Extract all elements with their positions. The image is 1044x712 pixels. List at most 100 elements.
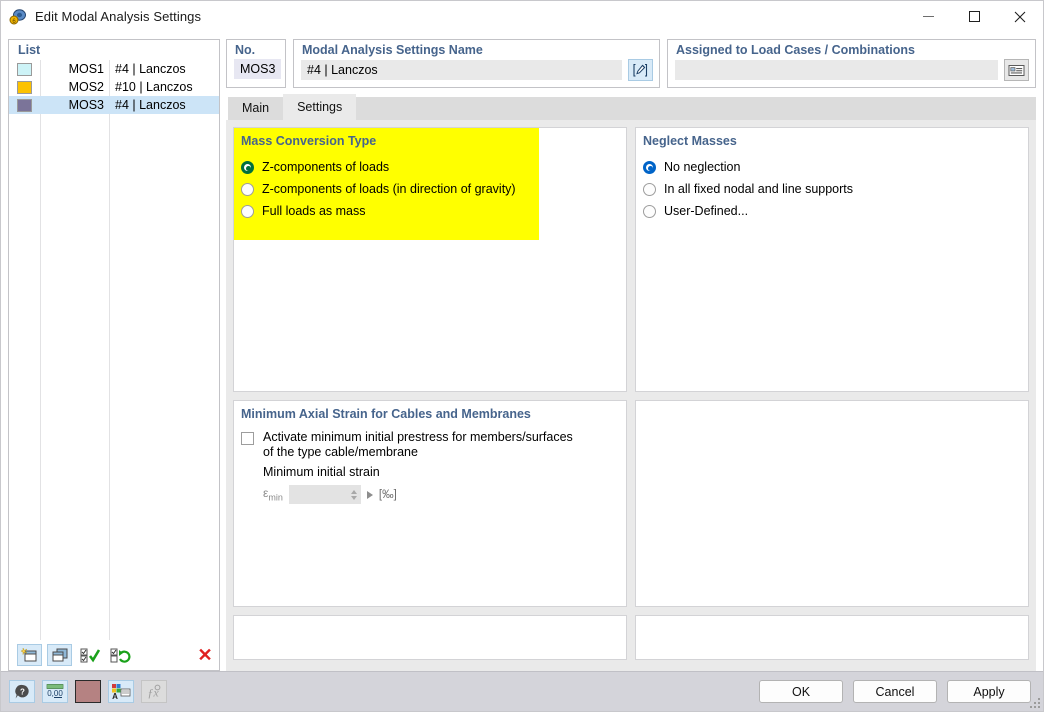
copy-icon[interactable] [47, 644, 72, 666]
mass-conversion-type-panel: Mass Conversion Type Z-components of loa… [233, 127, 627, 392]
list-item[interactable]: MOS1 #4 | Lanczos [9, 60, 219, 78]
assigned-input[interactable] [675, 60, 998, 80]
invert-selection-icon[interactable] [107, 644, 132, 666]
list-picker-icon[interactable] [1004, 59, 1029, 81]
left-column: Mass Conversion Type Z-components of loa… [233, 127, 627, 664]
grid-line [40, 60, 41, 640]
minimum-axial-strain-title: Minimum Axial Strain for Cables and Memb… [241, 407, 531, 421]
radio-icon [643, 182, 656, 196]
maximize-button[interactable] [951, 1, 997, 32]
radio-z-components-of-loads[interactable]: Z-components of loads [241, 156, 626, 178]
radio-fixed-nodal-line-supports[interactable]: In all fixed nodal and line supports [643, 178, 1028, 200]
radio-label: User-Defined... [664, 204, 749, 218]
mass-conversion-options: Z-components of loads Z-components of lo… [234, 148, 626, 222]
svg-text:?: ? [19, 687, 24, 696]
radio-icon [241, 204, 254, 218]
list-item[interactable]: MOS2 #10 | Lanczos [9, 78, 219, 96]
radio-user-defined[interactable]: User-Defined... [643, 200, 1028, 222]
radio-full-loads-as-mass[interactable]: Full loads as mass [241, 200, 626, 222]
svg-text:A: A [112, 692, 118, 700]
select-all-icon[interactable] [77, 644, 102, 666]
expand-arrow-icon[interactable] [366, 490, 373, 499]
color-swatch-cell [9, 98, 40, 112]
display-properties-icon[interactable]: A [108, 680, 134, 703]
apply-button[interactable]: Apply [947, 680, 1031, 703]
tab-filler [356, 97, 1036, 120]
grid-line [109, 60, 110, 640]
resize-grip[interactable] [1030, 698, 1040, 708]
radio-label: In all fixed nodal and line supports [664, 182, 854, 196]
minimum-initial-strain-row: εmin [‰] [234, 479, 626, 504]
no-group-title: No. [235, 43, 256, 57]
tabstrip: Main Settings [226, 94, 1036, 120]
dialog-body: List MOS1 #4 | Lanczos MOS2 #10 | Lanczo… [1, 32, 1043, 671]
right-bottom-empty-panel [635, 615, 1029, 660]
list-item-desc: #4 | Lanczos [115, 62, 186, 76]
left-bottom-empty-panel [233, 615, 627, 660]
list-item-id: MOS3 [68, 98, 104, 112]
neglect-masses-panel: Neglect Masses No neglection In all fixe… [635, 127, 1029, 392]
radio-icon [241, 182, 254, 196]
no-input[interactable] [234, 59, 281, 79]
no-group: No. [226, 39, 286, 88]
list-item-id: MOS1 [68, 62, 104, 76]
radio-label: Z-components of loads (in direction of g… [262, 182, 516, 196]
window-controls [905, 1, 1043, 32]
minimum-initial-strain-input[interactable] [288, 485, 361, 504]
help-icon[interactable]: ? [9, 680, 35, 703]
list-item-desc: #10 | Lanczos [115, 80, 193, 94]
list-item-selected[interactable]: MOS3 #4 | Lanczos [9, 96, 219, 114]
window-title: Edit Modal Analysis Settings [35, 9, 202, 24]
list-rows: MOS1 #4 | Lanczos MOS2 #10 | Lanczos MOS… [9, 60, 219, 640]
spinner-down-icon[interactable] [350, 495, 357, 500]
neglect-masses-title: Neglect Masses [643, 134, 737, 148]
edit-name-icon[interactable] [628, 59, 653, 81]
tab-main[interactable]: Main [228, 97, 284, 120]
color-swatch-icon[interactable] [75, 680, 101, 703]
minimize-button[interactable] [905, 1, 951, 32]
list-item-desc: #4 | Lanczos [115, 98, 186, 112]
dialog-footer: ? 0,00 A ƒx OK Cancel Apply [1, 671, 1043, 711]
svg-text:0,00: 0,00 [47, 689, 63, 698]
name-field-row [294, 57, 659, 81]
tab-settings[interactable]: Settings [283, 94, 357, 120]
list-panel: List MOS1 #4 | Lanczos MOS2 #10 | Lanczo… [8, 39, 220, 671]
close-button[interactable] [997, 1, 1043, 32]
checkbox-label-line1: Activate minimum initial prestress for m… [263, 430, 573, 444]
decimal-places-icon[interactable]: 0,00 [42, 680, 68, 703]
cancel-button[interactable]: Cancel [853, 680, 937, 703]
new-icon[interactable] [17, 644, 42, 666]
activate-prestress-checkbox[interactable] [241, 432, 254, 445]
color-swatch-cell [9, 62, 40, 76]
delete-button[interactable]: ✕ [194, 644, 216, 666]
color-swatch-cell [9, 80, 40, 94]
formula-icon: ƒx [141, 680, 167, 703]
list-toolbar: ✕ [9, 640, 219, 670]
content-area: No. Modal Analysis Settings Name [220, 32, 1043, 671]
svg-text:ƒx: ƒx [147, 685, 159, 699]
footer-icons: ? 0,00 A ƒx [9, 680, 167, 703]
name-group-title: Modal Analysis Settings Name [302, 43, 483, 57]
radio-z-components-gravity[interactable]: Z-components of loads (in direction of g… [241, 178, 626, 200]
titlebar: 6 Edit Modal Analysis Settings [1, 1, 1043, 32]
radio-label: Z-components of loads [262, 160, 390, 174]
spinner-up-icon[interactable] [350, 489, 357, 494]
radio-icon [643, 204, 656, 218]
modal-analysis-icon: 6 [9, 8, 27, 26]
activate-prestress-checkbox-row[interactable]: Activate minimum initial prestress for m… [234, 421, 626, 460]
no-field-row [227, 57, 285, 79]
radio-no-neglection[interactable]: No neglection [643, 156, 1028, 178]
minimum-axial-strain-panel: Minimum Axial Strain for Cables and Memb… [233, 400, 627, 607]
list-item-id: MOS2 [68, 80, 104, 94]
right-column: Neglect Masses No neglection In all fixe… [635, 127, 1029, 664]
spinner-arrows[interactable] [350, 489, 361, 500]
right-middle-empty-panel [635, 400, 1029, 607]
assigned-group-title: Assigned to Load Cases / Combinations [676, 43, 915, 57]
checkbox-label-line2: of the type cable/membrane [263, 445, 418, 459]
edit-modal-analysis-settings-dialog: 6 Edit Modal Analysis Settings List MOS1… [0, 0, 1044, 712]
ok-button[interactable]: OK [759, 680, 843, 703]
assigned-field-row [668, 57, 1035, 81]
neglect-masses-options: No neglection In all fixed nodal and lin… [636, 148, 1028, 222]
header-groups: No. Modal Analysis Settings Name [226, 39, 1036, 88]
name-input[interactable] [301, 60, 622, 80]
